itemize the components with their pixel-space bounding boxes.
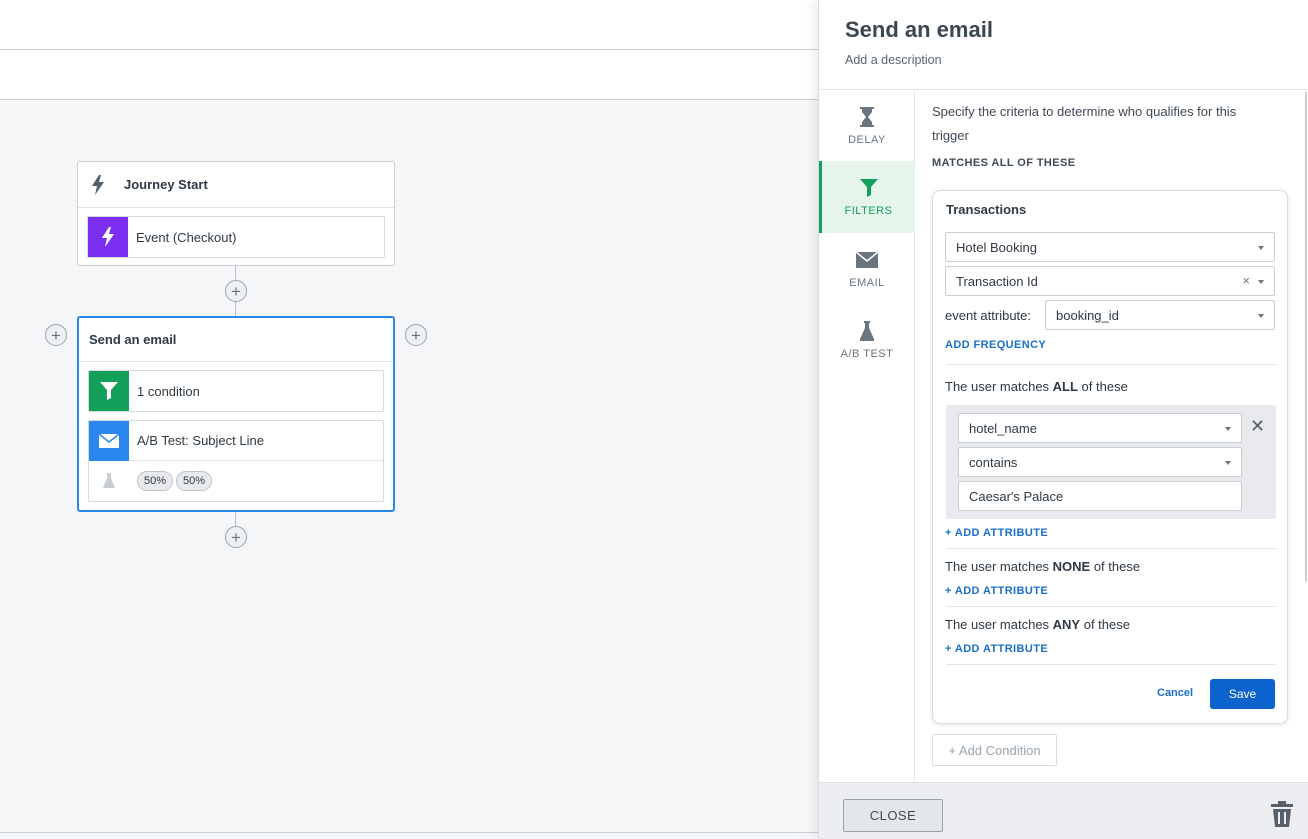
nav-filters-label: FILTERS	[844, 205, 893, 217]
flask-nav-icon	[860, 320, 874, 342]
add-left-plus-icon[interactable]: +	[45, 324, 67, 346]
send-email-header: Send an email	[79, 318, 393, 362]
panel-scrollbar[interactable]	[1305, 92, 1307, 582]
nav-ab-test-label: A/B TEST	[840, 348, 894, 360]
nav-delay-label: DELAY	[848, 134, 886, 146]
transaction-field-select[interactable]: Transaction Id ×	[945, 266, 1275, 296]
chevron-down-icon	[1225, 427, 1231, 431]
matches-any-label: The user matches ANY of these	[945, 617, 1130, 632]
step-settings-panel: Send an email Add a description DELAY FI…	[818, 0, 1308, 839]
panel-title: Send an email	[845, 17, 993, 42]
attribute-value-input[interactable]: Caesar's Palace	[958, 481, 1242, 511]
filter-intro: Specify the criteria to determine who qu…	[932, 104, 1237, 143]
hourglass-icon	[860, 106, 874, 128]
ab-test-label: A/B Test: Subject Line	[137, 433, 264, 448]
nav-email-label: EMAIL	[849, 277, 885, 289]
cancel-button[interactable]: Cancel	[1157, 687, 1193, 699]
event-attribute-value: booking_id	[1056, 307, 1119, 323]
panel-description[interactable]: Add a description	[845, 53, 942, 67]
matches-all-label: The user matches ALL of these	[945, 379, 1128, 394]
add-attribute-any-link[interactable]: + ADD ATTRIBUTE	[945, 643, 1048, 655]
ab-test-row[interactable]: A/B Test: Subject Line 50% 50%	[88, 420, 384, 502]
flask-icon	[89, 473, 129, 489]
chevron-down-icon	[1258, 314, 1264, 318]
remove-attribute-close-icon[interactable]: ✕	[1250, 416, 1265, 437]
transactions-condition-box: Transactions Hotel Booking Transaction I…	[932, 190, 1288, 724]
nav-filters[interactable]: FILTERS	[819, 161, 915, 233]
envelope-icon	[89, 420, 129, 461]
filter-icon	[89, 371, 129, 411]
attribute-name-select[interactable]: hotel_name	[958, 413, 1242, 443]
connector-line-bottom	[235, 512, 236, 526]
divider	[946, 664, 1276, 665]
save-button[interactable]: Save	[1210, 679, 1275, 709]
attribute-value-text: Caesar's Palace	[969, 488, 1064, 504]
event-label: Event (Checkout)	[136, 229, 237, 245]
send-email-card[interactable]: Send an email 1 condition A/B Test: Subj…	[77, 316, 395, 512]
attribute-operator-value: contains	[969, 454, 1018, 470]
event-row[interactable]: Event (Checkout)	[87, 216, 385, 258]
close-button[interactable]: CLOSE	[843, 799, 943, 832]
add-attribute-all-link[interactable]: + ADD ATTRIBUTE	[945, 527, 1048, 539]
divider	[946, 548, 1276, 549]
send-email-title: Send an email	[89, 332, 177, 347]
filter-nav-icon	[859, 177, 878, 199]
lightning-icon	[88, 174, 108, 195]
trash-icon[interactable]	[1271, 801, 1293, 827]
matches-heading: MATCHES ALL OF THESE	[932, 157, 1076, 169]
add-frequency-link[interactable]: ADD FREQUENCY	[945, 339, 1046, 351]
chevron-down-icon	[1258, 280, 1264, 284]
journey-start-title: Journey Start	[124, 177, 208, 192]
condition-label: 1 condition	[137, 383, 200, 399]
nav-delay[interactable]: DELAY	[819, 90, 915, 162]
divider	[946, 606, 1276, 607]
journey-start-card[interactable]: Journey Start Event (Checkout)	[77, 161, 395, 266]
envelope-nav-icon	[856, 249, 878, 271]
add-step-plus-icon[interactable]: +	[225, 280, 247, 302]
event-lightning-icon	[88, 217, 128, 257]
matches-none-label: The user matches NONE of these	[945, 559, 1141, 574]
add-condition-button[interactable]: + Add Condition	[932, 734, 1057, 766]
nav-ab-test[interactable]: A/B TEST	[819, 304, 915, 376]
chevron-down-icon	[1225, 461, 1231, 465]
clear-icon[interactable]: ×	[1242, 273, 1250, 288]
add-step-bottom-plus-icon[interactable]: +	[225, 526, 247, 548]
panel-footer: CLOSE	[819, 782, 1308, 839]
attribute-operator-select[interactable]: contains	[958, 447, 1242, 477]
split-pill-a: 50%	[137, 471, 174, 491]
event-attribute-label: event attribute:	[945, 308, 1031, 323]
journey-start-header: Journey Start	[78, 162, 394, 208]
divider	[946, 364, 1276, 365]
condition-title: Transactions	[946, 202, 1027, 217]
transaction-type-value: Hotel Booking	[956, 239, 1037, 255]
chevron-down-icon	[1258, 246, 1264, 250]
panel-side-nav: DELAY FILTERS EMAIL A/B TEST	[819, 90, 915, 782]
add-right-plus-icon[interactable]: +	[405, 324, 427, 346]
transaction-type-select[interactable]: Hotel Booking	[945, 232, 1275, 262]
attribute-filter-group: hotel_name ✕ contains Caesar's Palace	[946, 405, 1276, 519]
canvas-bottom-edge	[0, 832, 820, 839]
split-pill-b: 50%	[176, 471, 213, 491]
transaction-field-value: Transaction Id	[956, 273, 1038, 289]
filter-content: Specify the criteria to determine who qu…	[932, 100, 1292, 169]
condition-row[interactable]: 1 condition	[88, 370, 384, 412]
add-attribute-none-link[interactable]: + ADD ATTRIBUTE	[945, 585, 1048, 597]
attribute-name-value: hotel_name	[969, 420, 1037, 436]
event-attribute-select[interactable]: booking_id	[1045, 300, 1275, 330]
nav-email[interactable]: EMAIL	[819, 233, 915, 305]
